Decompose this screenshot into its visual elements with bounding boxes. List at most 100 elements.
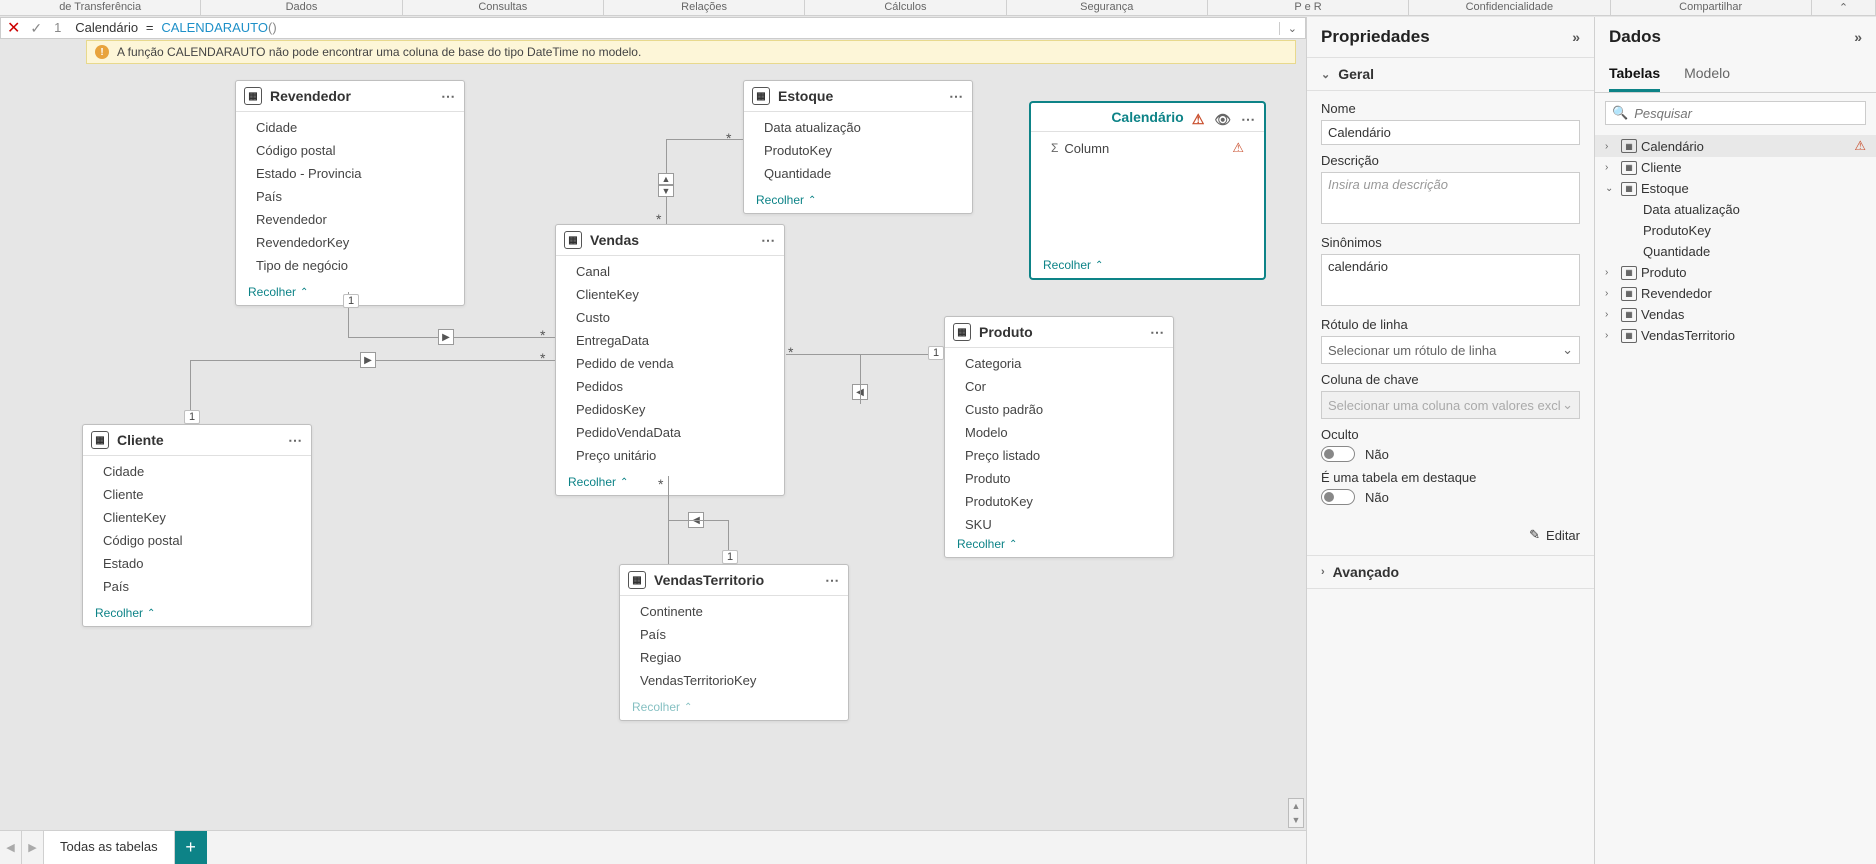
tab-tabelas[interactable]: Tabelas [1609,57,1660,92]
column-item[interactable]: ClienteKey [83,506,311,529]
relationship-line[interactable] [786,354,944,355]
accept-icon[interactable]: ✓ [30,20,42,37]
tree-item-calendario[interactable]: ›▦Calendário⚠ [1595,135,1876,157]
chevron-right-icon[interactable]: › [1605,288,1617,299]
column-item[interactable]: Cidade [83,460,311,483]
column-item[interactable]: Quantidade [744,162,972,185]
column-item[interactable]: Custo [556,306,784,329]
tree-item-cliente[interactable]: ›▦Cliente [1595,157,1876,178]
ribbon-item[interactable]: Consultas [403,0,604,15]
search-input[interactable]: 🔍 [1605,101,1866,125]
ribbon-item[interactable]: Relações [604,0,805,15]
column-item[interactable]: Código postal [236,139,464,162]
column-item[interactable]: Modelo [945,421,1173,444]
tree-item-produto[interactable]: ›▦Produto [1595,262,1876,283]
column-item[interactable]: País [620,623,848,646]
sinonimos-input[interactable]: calendário [1321,254,1580,306]
more-icon[interactable]: ⋯ [825,572,840,589]
chevron-right-icon[interactable]: › [1605,309,1617,320]
collapse-panel-icon[interactable]: » [1572,29,1580,45]
ribbon-item[interactable]: P e R [1208,0,1409,15]
column-item[interactable]: Cliente [83,483,311,506]
chevron-right-icon[interactable]: › [1605,162,1617,173]
chevron-right-icon[interactable]: › [1605,330,1617,341]
column-item[interactable]: Pedidos [556,375,784,398]
column-item[interactable]: Continente [620,600,848,623]
column-item[interactable]: Preço listado [945,444,1173,467]
rotulo-select[interactable]: Selecionar um rótulo de linha⌄ [1321,336,1580,364]
column-item[interactable]: ProdutoKey [945,490,1173,513]
column-item[interactable]: Preço unitário [556,444,784,467]
ribbon-expand[interactable]: ⌃ [1812,0,1876,15]
sheet-tab[interactable]: Todas as tabelas [44,831,175,864]
column-item[interactable]: RevendedorKey [236,231,464,254]
tree-item-estoque[interactable]: ⌄▦Estoque [1595,178,1876,199]
column-item[interactable]: Estado [83,552,311,575]
table-card-produto[interactable]: ▦Produto⋯ Categoria Cor Custo padrão Mod… [944,316,1174,558]
table-card-calendario[interactable]: Calendário ⚠ 👁 ⋯ ΣColumn⚠ Recolher⌃ [1030,102,1265,279]
more-icon[interactable]: ⋯ [288,432,303,449]
collapse-button[interactable]: Recolher⌃ [1031,254,1264,278]
cancel-icon[interactable]: ✕ [7,18,20,38]
tree-column[interactable]: Data atualização [1595,199,1876,220]
ribbon-item[interactable]: Compartilhar [1611,0,1812,15]
ribbon-item[interactable]: Cálculos [805,0,1006,15]
tree-item-vendasterritorio[interactable]: ›▦VendasTerritorio [1595,325,1876,346]
table-card-revendedor[interactable]: ▦Revendedor⋯ Cidade Código postal Estado… [235,80,465,306]
column-item[interactable]: Regiao [620,646,848,669]
destaque-toggle[interactable] [1321,489,1355,505]
next-sheet-button[interactable]: ▶ [22,831,44,864]
collapse-button[interactable]: Recolher⌃ [620,696,848,720]
column-item[interactable]: PedidosKey [556,398,784,421]
collapse-button[interactable]: Recolher⌃ [744,189,972,213]
column-item[interactable]: Data atualização [744,116,972,139]
more-icon[interactable]: ⋯ [761,232,776,249]
column-item[interactable]: Revendedor [236,208,464,231]
column-item[interactable]: País [236,185,464,208]
column-item[interactable]: Canal [556,260,784,283]
column-item[interactable]: Estado - Provincia [236,162,464,185]
column-item[interactable]: País [83,575,311,598]
relationship-line[interactable] [860,354,861,404]
column-item[interactable]: PedidoVendaData [556,421,784,444]
column-item[interactable]: Pedido de venda [556,352,784,375]
ribbon-item[interactable]: Dados [201,0,402,15]
more-icon[interactable]: ⋯ [441,88,456,105]
column-item[interactable]: Cidade [236,116,464,139]
chevron-right-icon[interactable]: › [1605,267,1617,278]
ribbon-item[interactable]: de Transferência [0,0,201,15]
relationship-line[interactable] [668,520,728,521]
tree-item-vendas[interactable]: ›▦Vendas [1595,304,1876,325]
column-item[interactable]: Categoria [945,352,1173,375]
collapse-button[interactable]: Recolher⌃ [556,471,784,495]
eye-icon[interactable]: 👁 [1214,112,1231,128]
expand-formula-icon[interactable]: ⌄ [1279,22,1305,35]
descricao-input[interactable] [1321,172,1580,224]
column-item[interactable]: ΣColumn⚠ [1031,136,1264,160]
column-item[interactable]: VendasTerritorioKey [620,669,848,692]
formula-input[interactable]: 1 Calendário = CALENDARAUTO() [48,18,1279,38]
nome-input[interactable] [1321,120,1580,145]
collapse-button[interactable]: Recolher⌃ [83,602,311,626]
ribbon-item[interactable]: Confidencialidade [1409,0,1610,15]
tab-modelo[interactable]: Modelo [1684,57,1730,92]
ribbon-item[interactable]: Segurança [1007,0,1208,15]
column-item[interactable]: ProdutoKey [744,139,972,162]
column-item[interactable]: Custo padrão [945,398,1173,421]
table-card-cliente[interactable]: ▦Cliente⋯ Cidade Cliente ClienteKey Códi… [82,424,312,627]
tree-column[interactable]: Quantidade [1595,241,1876,262]
chevron-right-icon[interactable]: › [1605,141,1617,152]
column-item[interactable]: Cor [945,375,1173,398]
column-item[interactable]: Código postal [83,529,311,552]
table-card-vendasterritorio[interactable]: ▦VendasTerritorio⋯ Continente País Regia… [619,564,849,721]
table-card-estoque[interactable]: ▦Estoque⋯ Data atualização ProdutoKey Qu… [743,80,973,214]
collapse-button[interactable]: Recolher⌃ [945,533,1173,557]
more-icon[interactable]: ⋯ [1150,324,1165,341]
more-icon[interactable]: ⋯ [949,88,964,105]
section-general[interactable]: ⌄Geral [1307,57,1594,91]
table-card-vendas[interactable]: ▦Vendas⋯ Canal ClienteKey Custo EntregaD… [555,224,785,496]
tree-item-revendedor[interactable]: ›▦Revendedor [1595,283,1876,304]
model-canvas[interactable]: ▦Revendedor⋯ Cidade Código postal Estado… [0,64,1306,830]
column-item[interactable]: SKU [945,513,1173,533]
column-item[interactable]: Tipo de negócio [236,254,464,277]
